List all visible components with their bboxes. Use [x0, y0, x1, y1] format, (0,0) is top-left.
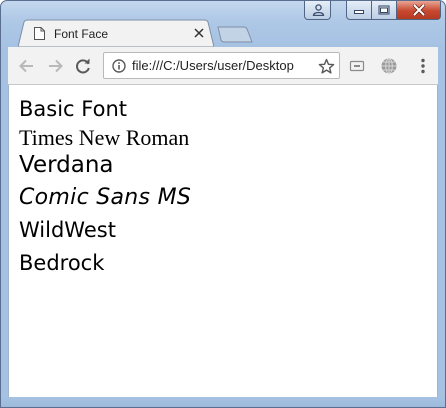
maximize-button[interactable] — [372, 1, 397, 20]
document-icon — [34, 27, 45, 40]
close-icon — [412, 4, 425, 16]
comic-sans-text: Comic Sans MS — [19, 185, 192, 210]
minimize-icon — [354, 10, 364, 14]
url-fade — [303, 53, 317, 78]
minimize-button[interactable] — [346, 1, 372, 20]
reload-icon[interactable] — [73, 56, 93, 76]
forward-arrow-icon[interactable] — [45, 56, 65, 76]
tab-shape — [18, 19, 214, 47]
window-bottom-frame — [1, 397, 445, 407]
tab-title: Font Face — [54, 27, 109, 41]
page-content: Basic Font Times New Roman Verdana Comic… — [8, 85, 438, 397]
tab-close-icon[interactable] — [193, 27, 205, 39]
bedrock-text: Bedrock — [19, 251, 105, 275]
kebab-menu-icon[interactable] — [413, 56, 433, 76]
star-icon[interactable] — [318, 58, 335, 75]
profile-button[interactable] — [304, 1, 331, 20]
globe-icon[interactable] — [379, 56, 399, 76]
info-icon[interactable] — [112, 59, 126, 73]
wildwest-text: WildWest — [19, 218, 116, 242]
browser-window: Font Face file:///C:/Users/user/Desktop — [0, 0, 446, 408]
times-new-roman-text: Times New Roman — [19, 125, 190, 150]
user-icon — [312, 4, 325, 16]
tab-font-face[interactable]: Font Face — [18, 19, 214, 47]
address-url[interactable]: file:///C:/Users/user/Desktop — [132, 58, 294, 73]
browser-toolbar: file:///C:/Users/user/Desktop — [8, 47, 438, 85]
close-window-button[interactable] — [397, 1, 441, 20]
window-controls — [346, 1, 441, 21]
new-tab-button[interactable] — [217, 26, 253, 43]
verdana-text: Verdana — [19, 152, 114, 178]
back-arrow-icon[interactable] — [17, 56, 37, 76]
address-bar[interactable]: file:///C:/Users/user/Desktop — [103, 52, 340, 79]
maximize-icon — [378, 5, 390, 15]
cast-icon[interactable] — [347, 56, 367, 76]
basic-font-text: Basic Font — [19, 97, 127, 121]
